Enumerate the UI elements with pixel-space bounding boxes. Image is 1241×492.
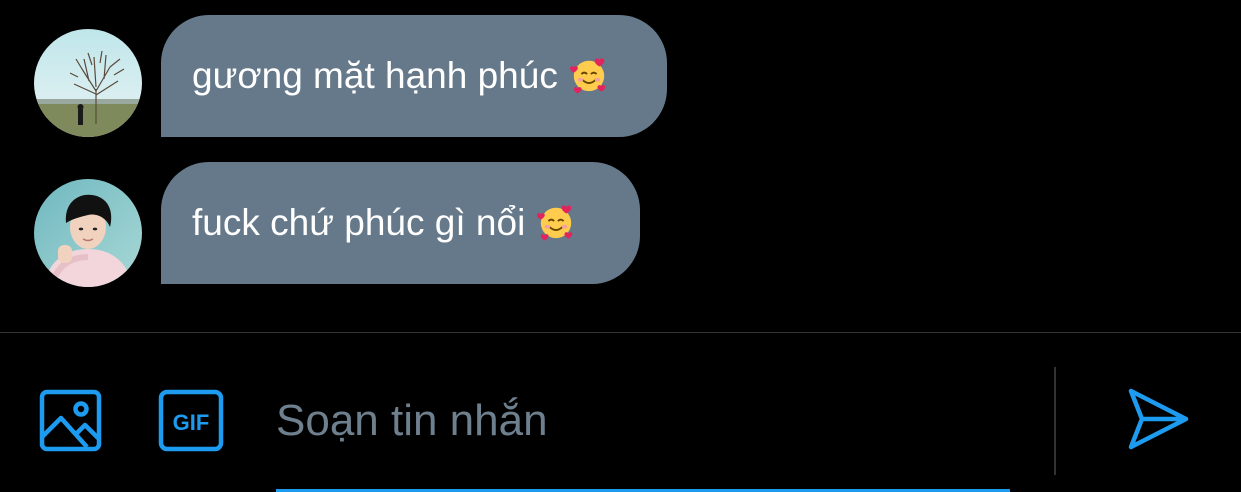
- add-gif-button[interactable]: GIF: [158, 389, 224, 452]
- message-text: fuck chứ phúc gì nổi: [192, 202, 526, 243]
- send-button[interactable]: [1126, 387, 1190, 451]
- gif-icon: GIF: [158, 389, 224, 452]
- compose-input-container: [276, 369, 1036, 492]
- avatar[interactable]: [34, 179, 142, 287]
- image-icon: [39, 389, 102, 452]
- message-list: gương mặt hạnh phúc fuck chứ phúc gì nổi: [0, 0, 1241, 332]
- add-image-button[interactable]: [39, 389, 102, 452]
- send-icon: [1128, 388, 1189, 450]
- message-composer: GIF: [0, 333, 1241, 492]
- message-row: gương mặt hạnh phúc: [0, 15, 1241, 139]
- smiling-face-with-hearts-icon: [569, 58, 606, 94]
- gif-label: GIF: [173, 410, 210, 435]
- person-portrait-avatar-image: [34, 179, 142, 287]
- vertical-separator: [1054, 367, 1056, 475]
- message-text: gương mặt hạnh phúc: [192, 55, 558, 96]
- avatar[interactable]: [34, 29, 142, 137]
- compose-message-input[interactable]: [276, 391, 1016, 451]
- message-row: fuck chứ phúc gì nổi: [0, 162, 1241, 287]
- dm-conversation-screen: gương mặt hạnh phúc fuck chứ phúc gì nổi…: [0, 0, 1241, 492]
- message-bubble[interactable]: fuck chứ phúc gì nổi: [161, 162, 640, 284]
- smiling-face-with-hearts-icon: [537, 205, 573, 241]
- message-bubble[interactable]: gương mặt hạnh phúc: [161, 15, 667, 137]
- tree-landscape-avatar-image: [34, 29, 142, 137]
